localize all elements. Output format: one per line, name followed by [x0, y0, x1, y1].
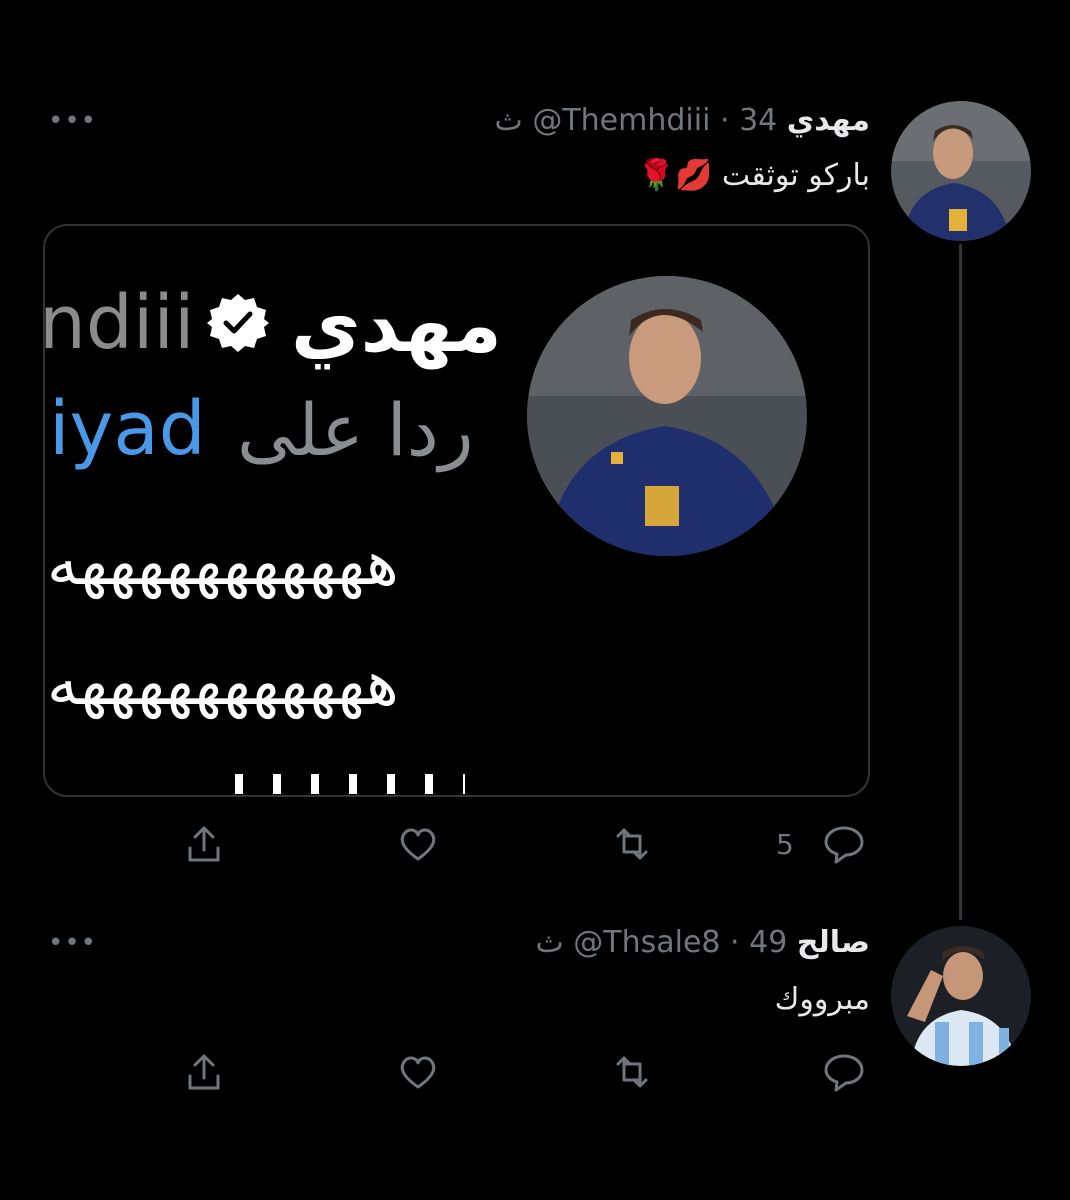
card-reply-prefix: ردا على	[237, 388, 474, 472]
tweet2-more-icon[interactable]: •••	[48, 928, 97, 958]
card-laugh-line-1: هههههههههههه	[47, 526, 401, 599]
thread-line	[959, 244, 962, 920]
verified-badge-icon	[207, 292, 269, 354]
tweet2-header: صالح @Thsale8 · 49 ث	[535, 924, 870, 962]
heart-icon[interactable]	[396, 822, 440, 866]
card-author-name: مهدي	[291, 280, 502, 369]
tweet2-handle[interactable]: @Thsale8	[573, 925, 720, 960]
retweet-icon[interactable]	[610, 1050, 654, 1094]
avatar-tweet1[interactable]	[891, 101, 1031, 241]
tweet2-author-name[interactable]: صالح	[797, 925, 870, 960]
tweet1-author-name[interactable]: مهدي	[787, 103, 870, 138]
card-name-row: ndiii مهدي	[45, 280, 505, 370]
tweet2-text: مبرووك	[774, 982, 870, 1017]
tweet1-handle[interactable]: @Themhdiii	[532, 103, 710, 138]
tweet1-media-card[interactable]: ndiii مهدي iyad ردا على هههههههههههه ههه…	[43, 224, 870, 797]
tweet1-text: باركو توثقت 💋🌹	[637, 158, 870, 193]
card-cut-text	[235, 774, 465, 794]
share-icon[interactable]	[182, 1050, 226, 1094]
reply-icon[interactable]	[822, 822, 866, 866]
card-reply-user: iyad	[49, 386, 206, 472]
reply-icon[interactable]	[822, 1050, 866, 1094]
avatar-tweet2[interactable]	[891, 926, 1031, 1066]
tweet1-separator: ·	[719, 103, 730, 138]
heart-icon[interactable]	[396, 1050, 440, 1094]
tweet2-separator: ·	[730, 925, 740, 960]
retweet-icon[interactable]	[610, 822, 654, 866]
tweet1-reply-count: 5	[776, 828, 794, 861]
card-laugh-line-2: هههههههههههه	[47, 646, 401, 719]
tweet1-header: مهدي @Themhdiii · 34 ث	[495, 102, 870, 140]
card-reply-row: iyad ردا على	[45, 386, 505, 476]
card-avatar	[527, 276, 807, 556]
card-handle-fragment: ndiii	[43, 280, 195, 366]
share-icon[interactable]	[182, 822, 226, 866]
tweet1-more-icon[interactable]: •••	[48, 106, 97, 136]
